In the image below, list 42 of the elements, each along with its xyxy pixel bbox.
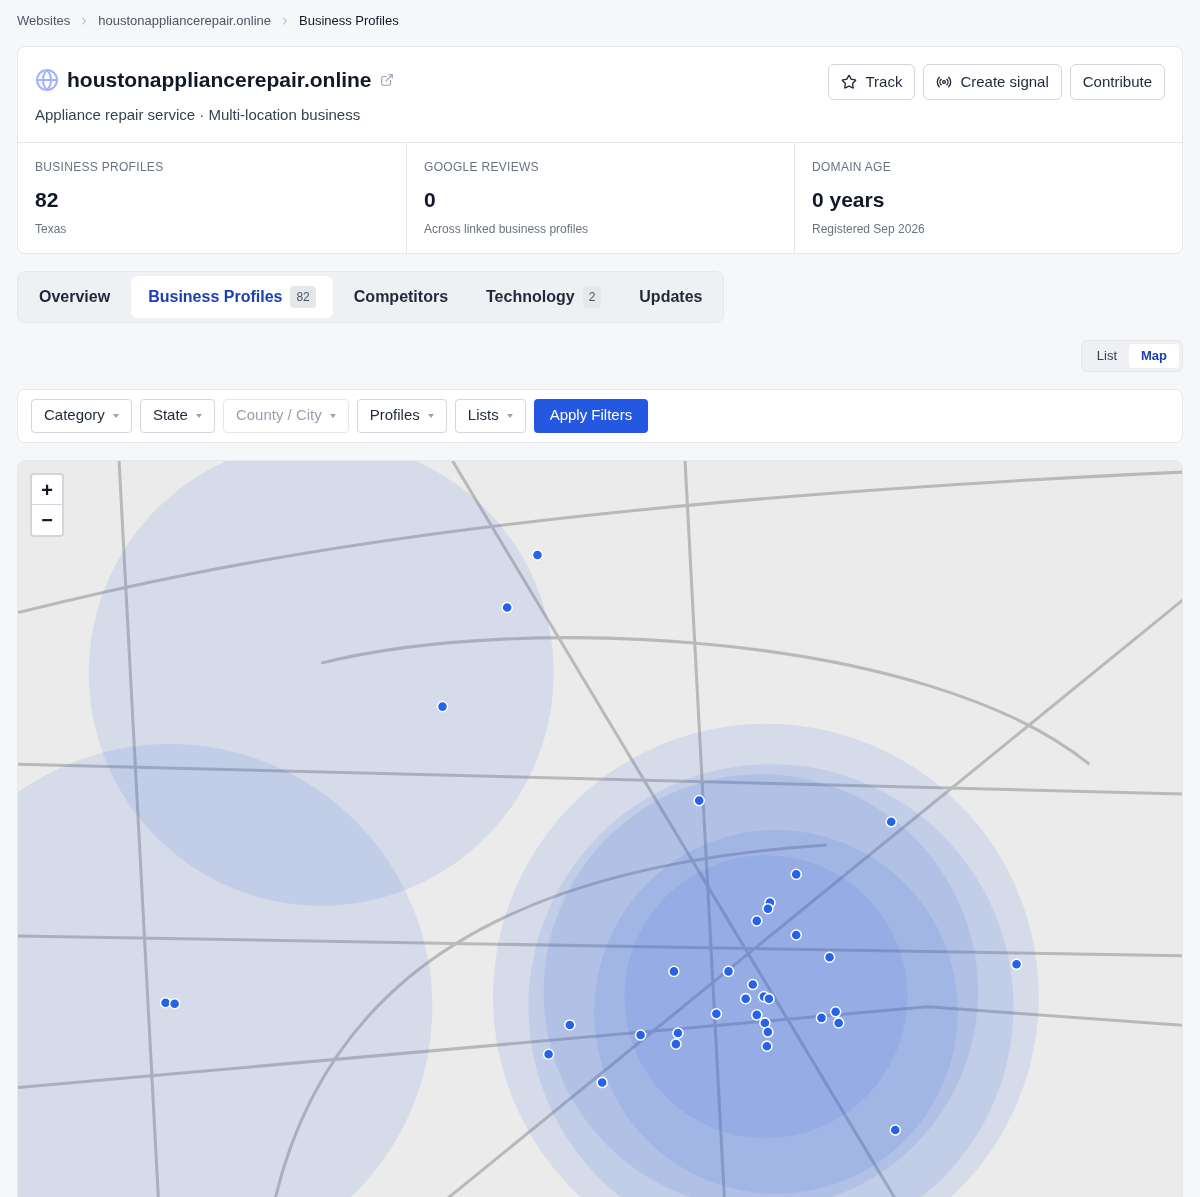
apply-filters-button[interactable]: Apply Filters — [533, 398, 649, 433]
filter-dropdown[interactable]: Profiles — [356, 398, 447, 433]
broadcast-icon — [936, 74, 953, 90]
caret-down-icon — [329, 413, 336, 418]
stat-label: GOOGLE REVIEWS — [424, 159, 540, 176]
stat-value: 0 — [424, 187, 437, 213]
star-icon — [841, 74, 858, 90]
website-subtitle: Appliance repair service · Multi-location business — [35, 104, 362, 125]
caret-down-icon — [112, 413, 119, 418]
breadcrumb-link[interactable]: Websites — [17, 11, 71, 31]
create-signal-button[interactable]: Create signal — [923, 64, 1062, 100]
contribute-button[interactable]: Contribute — [1069, 64, 1165, 100]
external-link-icon[interactable] — [379, 72, 394, 87]
stat-value: 0 years — [812, 187, 886, 213]
count-badge: 82 — [290, 285, 316, 308]
caret-down-icon — [427, 413, 434, 418]
caret-down-icon — [506, 413, 513, 418]
zoom-in-button[interactable]: + — [32, 474, 62, 505]
tab[interactable]: Competitors — [336, 275, 466, 318]
tab[interactable]: Updates — [622, 275, 720, 318]
breadcrumb-link[interactable]: houstonappliancerepair.online — [98, 11, 271, 31]
count-badge: 2 — [582, 285, 602, 308]
stat-note: Texas — [35, 220, 68, 238]
view-toggle-option[interactable]: Map — [1129, 343, 1179, 368]
stat-label: BUSINESS PROFILES — [35, 159, 165, 176]
stat-note: Across linked business profiles — [424, 220, 590, 238]
stat-value: 82 — [35, 187, 60, 213]
track-button[interactable]: Track — [828, 64, 916, 100]
tab[interactable]: Overview — [22, 275, 128, 318]
view-toggle-option[interactable]: List — [1084, 343, 1129, 368]
filter-dropdown[interactable]: State — [139, 398, 215, 433]
caret-down-icon — [195, 413, 202, 418]
zoom-out-button[interactable]: − — [32, 504, 62, 535]
filter-dropdown[interactable]: Category — [31, 398, 132, 433]
stat-note: Registered Sep 2026 — [812, 220, 926, 238]
tab[interactable]: Technology 2 — [469, 275, 619, 318]
tab[interactable]: Business Profiles 82 — [131, 275, 333, 318]
globe-icon — [35, 67, 59, 92]
breadcrumb-link[interactable]: Business Profiles — [299, 11, 399, 31]
stat-label: DOMAIN AGE — [812, 159, 892, 176]
website-title: houstonappliancerepair.online — [67, 67, 372, 93]
filter-dropdown[interactable]: Lists — [454, 398, 526, 433]
